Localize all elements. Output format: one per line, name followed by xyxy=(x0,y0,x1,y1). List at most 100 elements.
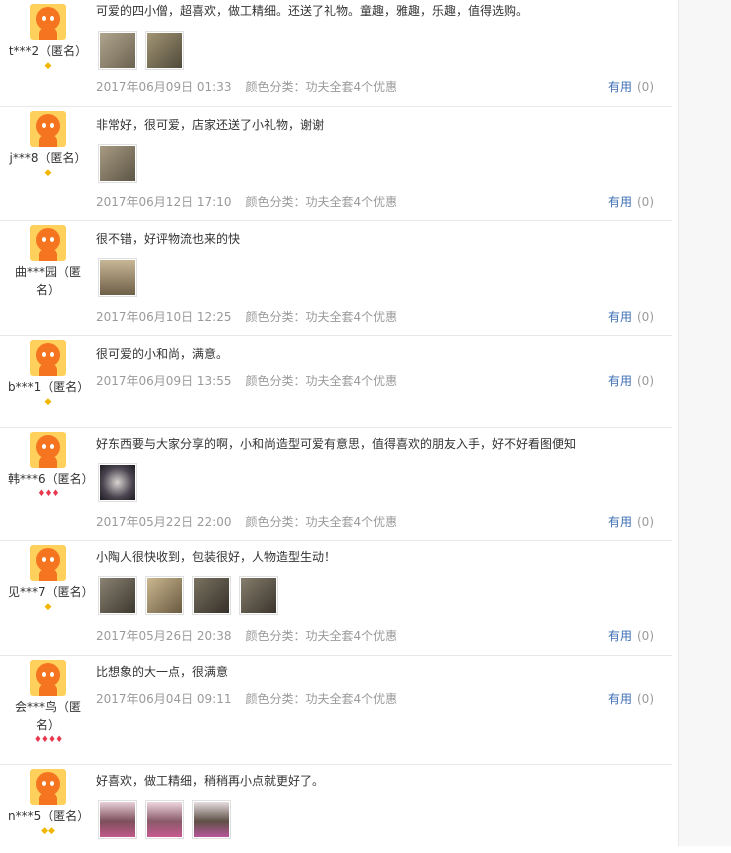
review-photo[interactable] xyxy=(98,576,137,615)
useful-count: (0) xyxy=(637,692,654,706)
reviewer: j***8（匿名） ◆ xyxy=(0,111,96,179)
useful-count: (0) xyxy=(637,629,654,643)
avatar xyxy=(30,769,66,805)
right-gutter xyxy=(678,0,731,846)
useful-vote: 有用 (0) xyxy=(608,627,654,645)
reviewer-name: 曲***园（匿名） xyxy=(14,265,81,297)
reviewer: 韩***6（匿名） ♦♦♦ xyxy=(0,432,96,500)
useful-count: (0) xyxy=(637,374,654,388)
review-text: 好喜欢，做工精细，稍稍再小点就更好了。 xyxy=(96,774,325,788)
reviewer-name: j***8（匿名） xyxy=(9,151,87,165)
color-variant: 颜色分类：功夫全套4个优惠 xyxy=(245,692,398,706)
level-diamond-icon: ◆ xyxy=(44,602,52,612)
reviewer: b***1（匿名） ◆ xyxy=(0,340,96,408)
review-photos xyxy=(98,800,239,839)
review-item: 曲***园（匿名） 很不错，好评物流也来的快 2017年06月10日 12:25… xyxy=(0,221,672,336)
reviewer-name: 韩***6（匿名） xyxy=(8,472,94,486)
reviewer: 曲***园（匿名） xyxy=(0,225,96,311)
color-variant: 颜色分类：功夫全套4个优惠 xyxy=(245,374,398,388)
review-photo[interactable] xyxy=(239,576,278,615)
useful-count: (0) xyxy=(637,195,654,209)
review-item: 韩***6（匿名） ♦♦♦ 好东西要与大家分享的啊，小和尚造型可爱有意思，值得喜… xyxy=(0,428,672,541)
useful-count: (0) xyxy=(637,80,654,94)
review-item: b***1（匿名） ◆ 很可爱的小和尚，满意。 2017年06月09日 13:5… xyxy=(0,336,672,428)
useful-vote: 有用 (0) xyxy=(608,78,654,96)
review-text: 很不错，好评物流也来的快 xyxy=(96,232,241,246)
level-diamond-icon: ◆ xyxy=(44,397,52,407)
avatar xyxy=(30,660,66,696)
review-photos xyxy=(98,463,145,502)
useful-button[interactable]: 有用 xyxy=(608,80,632,94)
review-item: j***8（匿名） ◆ 非常好，很可爱，店家还送了小礼物，谢谢 2017年06月… xyxy=(0,107,672,221)
useful-vote: 有用 (0) xyxy=(608,193,654,211)
review-date: 2017年05月26日 20:38 xyxy=(96,629,232,643)
useful-button[interactable]: 有用 xyxy=(608,374,632,388)
color-variant: 颜色分类：功夫全套4个优惠 xyxy=(245,80,398,94)
useful-button[interactable]: 有用 xyxy=(608,692,632,706)
review-photo[interactable] xyxy=(145,576,184,615)
useful-vote: 有用 (0) xyxy=(608,513,654,531)
review-photo[interactable] xyxy=(98,463,137,502)
review-meta: 2017年06月12日 17:10 颜色分类：功夫全套4个优惠 xyxy=(96,193,397,211)
reviewer-name: 见***7（匿名） xyxy=(8,585,94,599)
review-text: 很可爱的小和尚，满意。 xyxy=(96,347,229,361)
review-meta: 2017年06月04日 09:11 颜色分类：功夫全套4个优惠 xyxy=(96,690,397,708)
reviewer: t***2（匿名） ◆ xyxy=(0,4,96,72)
useful-vote: 有用 (0) xyxy=(608,308,654,326)
review-item: 见***7（匿名） ◆ 小陶人很快收到，包装很好，人物造型生动！ 2017年05… xyxy=(0,541,672,656)
useful-button[interactable]: 有用 xyxy=(608,195,632,209)
review-date: 2017年06月09日 13:55 xyxy=(96,374,232,388)
review-photos xyxy=(98,31,192,70)
reviewer-name: t***2（匿名） xyxy=(8,44,88,58)
review-meta: 2017年06月09日 13:55 颜色分类：功夫全套4个优惠 xyxy=(96,372,397,390)
review-text: 可爱的四小僧，超喜欢，做工精细。还送了礼物。童趣，雅趣，乐趣，值得选购。 xyxy=(96,4,529,18)
review-date: 2017年06月12日 17:10 xyxy=(96,195,232,209)
reviewer: 见***7（匿名） ◆ xyxy=(0,545,96,613)
review-photo[interactable] xyxy=(98,144,137,183)
review-text: 非常好，很可爱，店家还送了小礼物，谢谢 xyxy=(96,118,325,132)
level-diamond-icon: ◆◆ xyxy=(41,826,55,836)
avatar xyxy=(30,545,66,581)
review-item: 会***鸟（匿名） ♦♦♦♦ 比想象的大一点，很满意 2017年06月04日 0… xyxy=(0,656,672,765)
useful-vote: 有用 (0) xyxy=(608,372,654,390)
review-photos xyxy=(98,144,145,183)
reviewer: n***5（匿名） ◆◆ xyxy=(0,769,96,837)
avatar xyxy=(30,4,66,40)
review-item: t***2（匿名） ◆ 可爱的四小僧，超喜欢，做工精细。还送了礼物。童趣，雅趣，… xyxy=(0,0,672,107)
review-date: 2017年05月22日 22:00 xyxy=(96,515,232,529)
review-date: 2017年06月04日 09:11 xyxy=(96,692,232,706)
review-photo[interactable] xyxy=(192,800,231,839)
review-photo[interactable] xyxy=(192,576,231,615)
review-text: 小陶人很快收到，包装很好，人物造型生动！ xyxy=(96,550,337,564)
review-meta: 2017年05月26日 20:38 颜色分类：功夫全套4个优惠 xyxy=(96,627,397,645)
avatar xyxy=(30,340,66,376)
review-meta: 2017年05月22日 22:00 颜色分类：功夫全套4个优惠 xyxy=(96,513,397,531)
level-diamond-icon: ◆ xyxy=(44,168,52,178)
reviewer-name: b***1（匿名） xyxy=(8,380,90,394)
useful-count: (0) xyxy=(637,515,654,529)
color-variant: 颜色分类：功夫全套4个优惠 xyxy=(245,515,398,529)
review-photo[interactable] xyxy=(145,31,184,70)
level-diamond-icon xyxy=(0,299,96,311)
review-text: 好东西要与大家分享的啊，小和尚造型可爱有意思，值得喜欢的朋友入手，好不好看图便知 xyxy=(96,437,577,451)
review-meta: 2017年06月10日 12:25 颜色分类：功夫全套4个优惠 xyxy=(96,308,397,326)
review-photos xyxy=(98,258,145,297)
review-photo[interactable] xyxy=(98,800,137,839)
reviewer: 会***鸟（匿名） ♦♦♦♦ xyxy=(0,660,96,746)
review-photo[interactable] xyxy=(145,800,184,839)
review-photo[interactable] xyxy=(98,31,137,70)
avatar xyxy=(30,432,66,468)
avatar xyxy=(30,225,66,261)
useful-count: (0) xyxy=(637,310,654,324)
level-heart-icon: ♦♦♦ xyxy=(37,489,59,499)
level-heart-icon: ♦♦♦♦ xyxy=(33,735,63,745)
useful-button[interactable]: 有用 xyxy=(608,629,632,643)
avatar xyxy=(30,111,66,147)
useful-button[interactable]: 有用 xyxy=(608,310,632,324)
review-photo[interactable] xyxy=(98,258,137,297)
useful-button[interactable]: 有用 xyxy=(608,515,632,529)
color-variant: 颜色分类：功夫全套4个优惠 xyxy=(245,195,398,209)
color-variant: 颜色分类：功夫全套4个优惠 xyxy=(245,629,398,643)
review-item: n***5（匿名） ◆◆ 好喜欢，做工精细，稍稍再小点就更好了。 xyxy=(0,765,672,853)
reviewer-name: n***5（匿名） xyxy=(8,809,90,823)
